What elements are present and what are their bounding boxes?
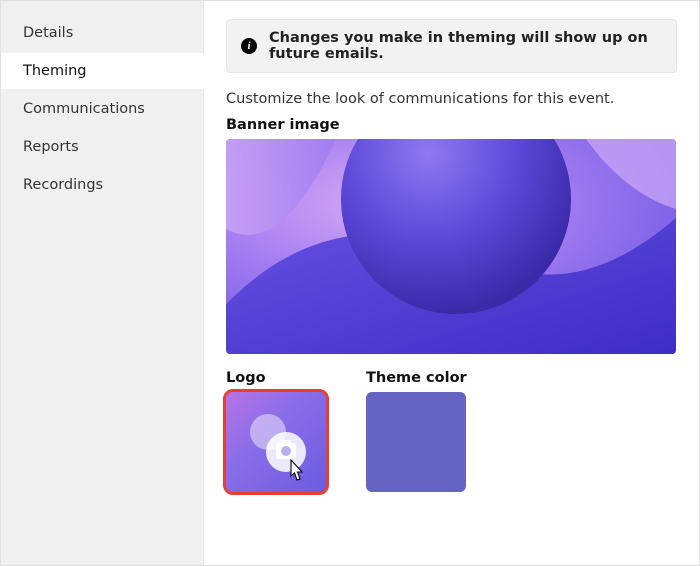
sidebar-item-recordings[interactable]: Recordings (1, 167, 197, 203)
banner-graphic (226, 139, 676, 354)
banner-image-label: Banner image (226, 117, 677, 133)
description-text: Customize the look of communications for… (226, 91, 677, 107)
theme-color-tile[interactable] (366, 392, 466, 492)
camera-icon (276, 443, 296, 459)
sidebar-item-reports[interactable]: Reports (1, 129, 197, 165)
sidebar-item-communications[interactable]: Communications (1, 91, 197, 127)
banner-image[interactable] (226, 139, 676, 354)
logo-tile[interactable] (226, 392, 326, 492)
info-text: Changes you make in theming will show up… (269, 30, 662, 62)
logo-label: Logo (226, 370, 326, 386)
sidebar-item-theming[interactable]: Theming (1, 53, 204, 89)
logo-preview-graphic (246, 414, 306, 469)
info-icon: i (241, 38, 257, 54)
main-content: i Changes you make in theming will show … (204, 1, 699, 565)
info-banner: i Changes you make in theming will show … (226, 19, 677, 73)
theme-color-label: Theme color (366, 370, 467, 386)
sidebar: Details Theming Communications Reports R… (1, 1, 204, 565)
sidebar-item-details[interactable]: Details (1, 15, 197, 51)
